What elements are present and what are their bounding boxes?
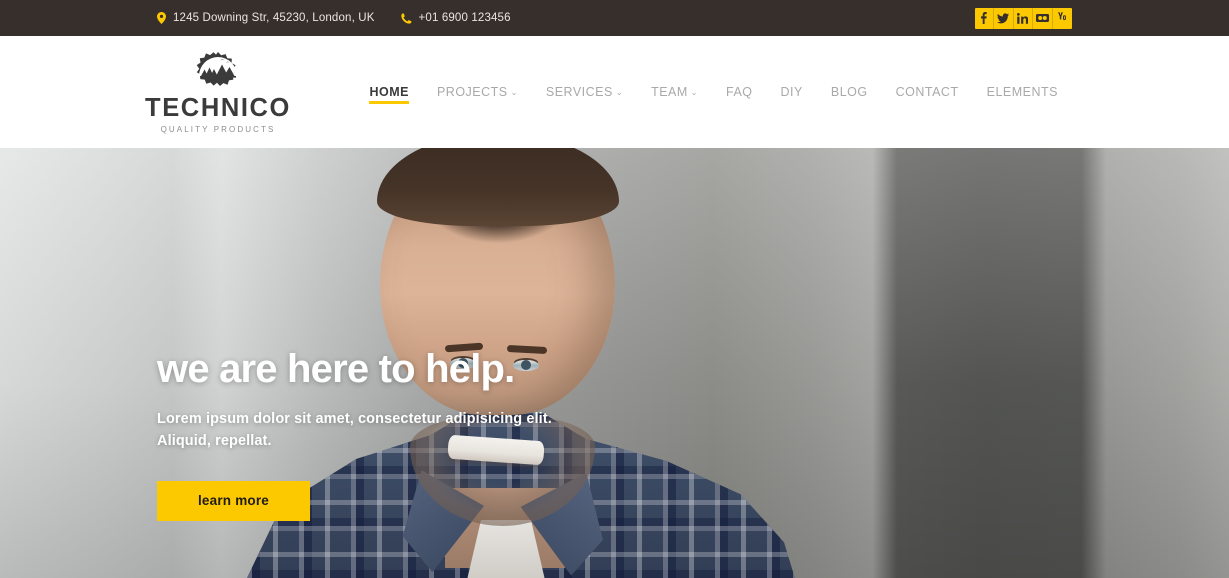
nav-item-elements[interactable]: ELEMENTS xyxy=(973,75,1072,109)
nav-item-contact[interactable]: CONTACT xyxy=(882,75,973,109)
nav-item-blog[interactable]: BLOG xyxy=(817,75,882,109)
phone-text: +01 6900 123456 xyxy=(418,12,511,24)
nav-item-services[interactable]: SERVICES ⌄ xyxy=(532,75,637,109)
chevron-down-icon: ⌄ xyxy=(510,88,518,97)
phone-item: +01 6900 123456 xyxy=(400,12,511,24)
nav-label-elements: ELEMENTS xyxy=(986,85,1058,99)
hero-subtitle: Lorem ipsum dolor sit amet, consectetur … xyxy=(157,411,552,450)
nav-label-services: SERVICES xyxy=(545,85,613,99)
address-item: 1245 Downing Str, 45230, London, UK xyxy=(157,12,375,24)
learn-more-button[interactable]: learn more xyxy=(157,480,310,521)
logo-tagline-text: QUALITY PRODUCTS xyxy=(160,124,276,134)
nav-item-home[interactable]: HOME xyxy=(355,75,423,109)
main-navigation: HOME PROJECTS ⌄ SERVICES ⌄ TEAM ⌄ FAQ DI… xyxy=(355,75,1072,109)
contact-info-group: 1245 Downing Str, 45230, London, UK +01 … xyxy=(157,12,511,24)
logo-name-text: TECHNICO xyxy=(145,94,291,123)
nav-label-team: TEAM xyxy=(651,85,688,99)
nav-label-blog: BLOG xyxy=(830,85,868,99)
active-nav-underline xyxy=(369,101,409,104)
youtube-icon[interactable] xyxy=(1053,8,1073,29)
nav-item-diy[interactable]: DIY xyxy=(767,75,817,109)
site-logo[interactable]: TECHNICO QUALITY PRODUCTS xyxy=(145,50,289,134)
social-list xyxy=(974,7,1073,29)
nav-label-projects: PROJECTS xyxy=(436,85,508,99)
nav-item-team[interactable]: TEAM ⌄ xyxy=(637,75,712,109)
sawblade-mountain-logo-icon xyxy=(171,50,265,95)
linkedin-icon[interactable] xyxy=(1014,7,1033,29)
nav-label-diy: DIY xyxy=(780,85,803,99)
nav-label-contact: CONTACT xyxy=(895,85,959,99)
facebook-icon[interactable] xyxy=(975,7,994,29)
hero-title: we are here to help. xyxy=(157,347,515,391)
social-links xyxy=(974,7,1073,29)
top-bar: 1245 Downing Str, 45230, London, UK +01 … xyxy=(0,0,1229,36)
phone-icon xyxy=(400,12,412,24)
site-header: TECHNICO QUALITY PRODUCTS HOME PROJECTS … xyxy=(0,36,1229,148)
map-marker-icon xyxy=(157,12,166,24)
address-text: 1245 Downing Str, 45230, London, UK xyxy=(173,12,375,24)
nav-item-faq[interactable]: FAQ xyxy=(712,75,767,109)
hero-content: we are here to help. Lorem ipsum dolor s… xyxy=(157,348,717,521)
hero-banner: we are here to help. Lorem ipsum dolor s… xyxy=(0,148,1229,578)
top-bar-inner: 1245 Downing Str, 45230, London, UK +01 … xyxy=(0,0,1229,36)
twitter-icon[interactable] xyxy=(994,7,1014,29)
nav-label-faq: FAQ xyxy=(726,85,753,99)
nav-label-home: HOME xyxy=(369,85,409,99)
chevron-down-icon: ⌄ xyxy=(615,88,624,97)
nav-item-projects[interactable]: PROJECTS ⌄ xyxy=(423,75,532,109)
flickr-icon[interactable] xyxy=(1033,7,1053,29)
hair xyxy=(377,148,619,226)
chevron-down-icon: ⌄ xyxy=(690,88,698,97)
